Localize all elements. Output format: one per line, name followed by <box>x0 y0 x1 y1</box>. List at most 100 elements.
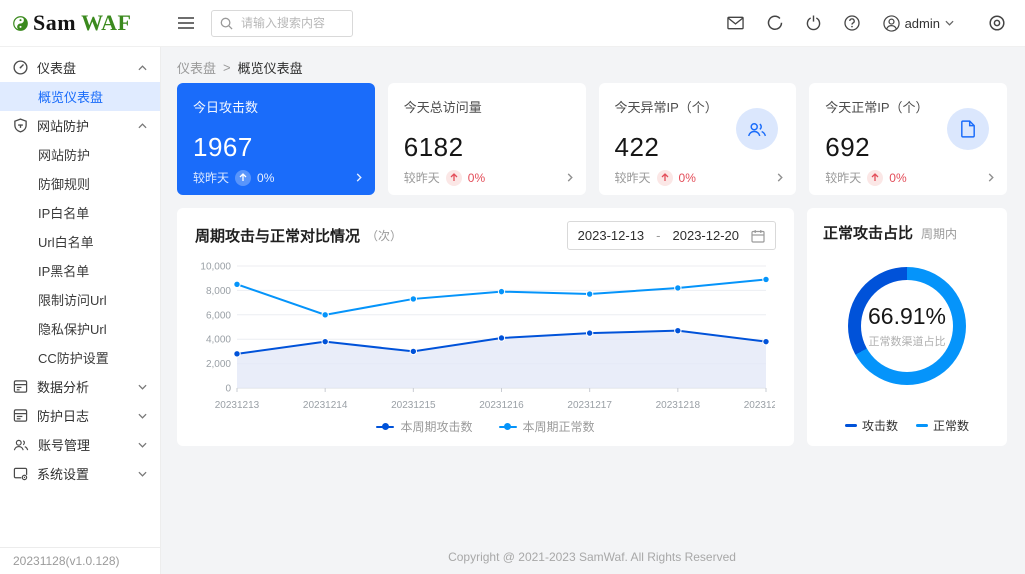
stat-card-today-attacks: 今日攻击数 1967 较昨天 0% <box>177 83 375 195</box>
svg-text:10,000: 10,000 <box>200 262 231 273</box>
trend-chart-unit: （次） <box>366 229 403 243</box>
donut-center-label: 正常数渠道占比 <box>868 336 946 348</box>
sidebar-item-ip-blacklist[interactable]: IP黑名单 <box>0 256 160 285</box>
svg-text:20231219: 20231219 <box>744 400 775 411</box>
sidebar-group-dashboard[interactable]: 仪表盘 <box>0 53 160 82</box>
sidebar-group-site-protection[interactable]: 网站防护 <box>0 111 160 140</box>
date-start: 2023-12-13 <box>577 228 645 243</box>
sidebar-item-ip-whitelist[interactable]: IP白名单 <box>0 198 160 227</box>
chevron-right-icon[interactable] <box>777 173 784 182</box>
version-label: 20231128(v1.0.128) <box>0 547 160 574</box>
power-icon[interactable] <box>806 15 821 31</box>
chevron-right-icon[interactable] <box>567 173 573 182</box>
sidebar-menu: 仪表盘 概览仪表盘 网站防护 网站防护 防御规则 IP白名单 Url白名单 IP… <box>0 47 160 547</box>
mail-icon[interactable] <box>726 16 744 30</box>
shield-icon <box>13 118 28 133</box>
stat-card-label: 今日攻击数 <box>193 100 259 115</box>
sidebar-item-defense-rules[interactable]: 防御规则 <box>0 169 160 198</box>
sidebar-group-system-settings[interactable]: 系统设置 <box>0 459 160 488</box>
search-icon <box>220 17 233 30</box>
percent-value: 0% <box>257 170 275 185</box>
app-root: Sam WAF 请输入搜索内容 admin 仪表盘 概览仪表盘 网站防护 网站防… <box>0 0 1025 574</box>
stat-card-footer: 较昨天 0% <box>193 169 362 186</box>
chevron-down-icon <box>138 442 147 448</box>
breadcrumb-separator: > <box>223 59 231 75</box>
usergroup-icon <box>13 438 29 452</box>
legend-label: 本周期正常数 <box>522 420 595 434</box>
sidebar-item-label: IP白名单 <box>38 206 90 221</box>
legend-item-attack-count[interactable]: 攻击数 <box>844 417 898 434</box>
user-menu[interactable]: admin <box>882 14 954 32</box>
chevron-down-icon <box>138 384 147 390</box>
sidebar-item-label: CC防护设置 <box>38 351 109 366</box>
ratio-card-subtitle: 周期内 <box>921 227 958 241</box>
sidebar-item-url-whitelist[interactable]: Url白名单 <box>0 227 160 256</box>
stat-card-value: 6182 <box>403 132 464 162</box>
line-chart: 0 2,000 4,000 6,000 8,000 10,000 20231213 20231… <box>195 256 776 417</box>
menu-collapse-icon[interactable] <box>178 16 194 30</box>
svg-text:20231213: 20231213 <box>215 400 260 411</box>
sidebar-item-label: 概览仪表盘 <box>38 90 104 105</box>
chevron-down-icon <box>138 471 147 477</box>
svg-text:8,000: 8,000 <box>206 286 231 297</box>
legend-label: 正常数 <box>933 419 970 433</box>
refresh-icon[interactable] <box>767 15 783 31</box>
usergroup-icon <box>736 108 779 150</box>
avatar-icon <box>882 14 900 32</box>
settings-icon[interactable] <box>989 15 1005 31</box>
sidebar-group-label: 系统设置 <box>37 467 90 482</box>
sidebar-group-data-analysis[interactable]: 数据分析 <box>0 372 160 401</box>
svg-text:20231214: 20231214 <box>303 400 348 411</box>
system-setting-icon <box>13 466 28 481</box>
legend-item-normal-count[interactable]: 正常数 <box>916 417 969 434</box>
sidebar-group-protection-logs[interactable]: 防护日志 <box>0 401 160 430</box>
brand-logo: Sam WAF <box>0 10 161 36</box>
logo-text-waf: WAF <box>81 10 132 35</box>
compare-label: 较昨天 <box>825 171 862 185</box>
breadcrumb: 仪表盘 > 概览仪表盘 <box>177 55 1007 79</box>
chevron-right-icon[interactable] <box>988 173 994 182</box>
sidebar-item-cc-protection[interactable]: CC防护设置 <box>0 343 160 372</box>
breadcrumb-parent[interactable]: 仪表盘 <box>177 58 216 77</box>
global-search[interactable] <box>211 9 353 37</box>
percent-value: 0% <box>889 170 907 185</box>
help-icon[interactable] <box>843 15 860 31</box>
arrow-up-icon <box>235 169 252 186</box>
svg-text:4,000: 4,000 <box>206 335 231 346</box>
stat-card-today-visits: 今天总访问量 6182 较昨天 0% <box>387 83 586 195</box>
charts-row: 周期攻击与正常对比情况 （次） 2023-12-13 - 2023-12-20 … <box>177 208 1007 446</box>
sidebar-item-label: 限制访问Url <box>38 293 107 308</box>
svg-text:6,000: 6,000 <box>206 310 231 321</box>
svg-text:0: 0 <box>225 384 231 395</box>
stat-card-value: 1967 <box>193 132 253 162</box>
sidebar-group-label: 账号管理 <box>38 438 91 453</box>
sidebar-item-restricted-url[interactable]: 限制访问Url <box>0 285 160 314</box>
date-range-picker[interactable]: 2023-12-13 - 2023-12-20 <box>566 221 776 250</box>
compare-label: 较昨天 <box>614 171 651 185</box>
stat-card-footer: 较昨天 0% <box>404 169 573 186</box>
copyright-footer: Copyright @ 2021-2023 SamWaf. All Rights… <box>448 550 736 564</box>
sidebar-group-label: 仪表盘 <box>37 61 77 76</box>
search-input[interactable] <box>239 15 344 31</box>
arrow-up-icon <box>656 169 673 186</box>
svg-text:20231215: 20231215 <box>391 400 436 411</box>
legend-item-attacks[interactable]: 本周期攻击数 <box>376 418 473 435</box>
stat-card-label: 今天总访问量 <box>403 100 482 115</box>
sidebar-item-privacy-url[interactable]: 隐私保护Url <box>0 314 160 343</box>
donut-chart: 66.91% 正常数渠道占比 <box>848 267 966 385</box>
chevron-down-icon <box>945 20 954 26</box>
file-icon <box>947 108 989 150</box>
yin-yang-logo-icon <box>13 15 28 31</box>
sidebar-item-site-protection[interactable]: 网站防护 <box>0 140 160 169</box>
legend-item-normal[interactable]: 本周期正常数 <box>498 418 595 435</box>
ratio-card-title: 正常攻击占比 <box>823 225 914 242</box>
sidebar-item-overview-dashboard[interactable]: 概览仪表盘 <box>0 82 160 111</box>
legend-line-dot-marker <box>498 423 517 430</box>
sidebar-group-account-management[interactable]: 账号管理 <box>0 430 160 459</box>
donut-center-value: 66.91% <box>867 303 946 329</box>
sidebar-item-label: 防御规则 <box>38 177 91 192</box>
chevron-right-icon[interactable] <box>356 173 362 182</box>
calendar-icon <box>751 229 765 243</box>
main-content: 仪表盘 > 概览仪表盘 今日攻击数 1967 较昨天 0% 今天总访问量 618… <box>161 47 1025 574</box>
legend-bar-marker <box>916 424 928 427</box>
